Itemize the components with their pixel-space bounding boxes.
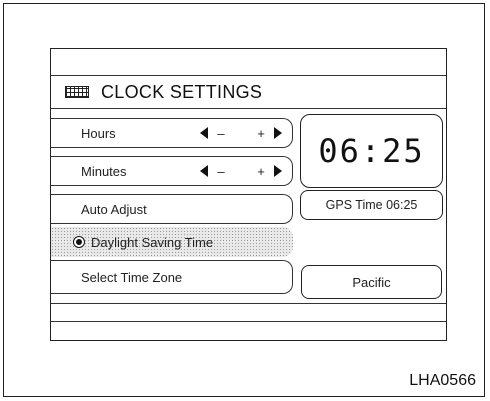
minutes-label: Minutes: [81, 163, 127, 179]
hours-decrease-arrow-icon[interactable]: [200, 127, 208, 139]
time-zone-value[interactable]: Pacific: [301, 265, 442, 299]
minutes-increase-arrow-icon[interactable]: [274, 165, 282, 177]
minutes-increase-button[interactable]: +: [256, 165, 266, 178]
settings-menu: Hours – + Minutes – + Auto Adjust Daylig…: [51, 110, 301, 300]
header-divider: [51, 108, 446, 109]
auto-adjust-label: Auto Adjust: [81, 201, 147, 217]
header: CLOCK SETTINGS: [51, 76, 446, 108]
figure-frame: CLOCK SETTINGS Hours – + Minutes – + Aut…: [3, 3, 485, 397]
page-title: CLOCK SETTINGS: [101, 81, 263, 102]
minutes-decrease-arrow-icon[interactable]: [200, 165, 208, 177]
select-time-zone-button[interactable]: Select Time Zone: [51, 260, 293, 294]
hours-row: Hours – +: [51, 118, 293, 148]
current-time-display: 06:25: [300, 114, 443, 188]
radio-selected-icon: [73, 236, 85, 248]
minutes-decrease-button[interactable]: –: [216, 165, 226, 178]
daylight-saving-time-label: Daylight Saving Time: [91, 234, 214, 250]
hours-increase-button[interactable]: +: [256, 127, 266, 140]
clock-display-panel: 06:25 GPS Time 06:25 Pacific: [300, 114, 448, 300]
select-time-zone-label: Select Time Zone: [81, 269, 183, 285]
daylight-saving-time-toggle[interactable]: Daylight Saving Time: [51, 227, 293, 257]
hours-decrease-button[interactable]: –: [216, 127, 226, 140]
bottom-divider: [51, 321, 446, 322]
clock-settings-icon: [65, 86, 89, 98]
figure-id: LHA0566: [409, 372, 476, 389]
hours-increase-arrow-icon[interactable]: [274, 127, 282, 139]
clock-settings-screen: CLOCK SETTINGS Hours – + Minutes – + Aut…: [50, 48, 447, 341]
hours-label: Hours: [81, 125, 116, 141]
footer-divider: [51, 303, 446, 304]
minutes-row: Minutes – +: [51, 156, 293, 186]
minutes-adjuster: – +: [200, 157, 282, 185]
hours-adjuster: – +: [200, 119, 282, 147]
auto-adjust-button[interactable]: Auto Adjust: [51, 194, 293, 224]
gps-time-display: GPS Time 06:25: [300, 190, 443, 220]
